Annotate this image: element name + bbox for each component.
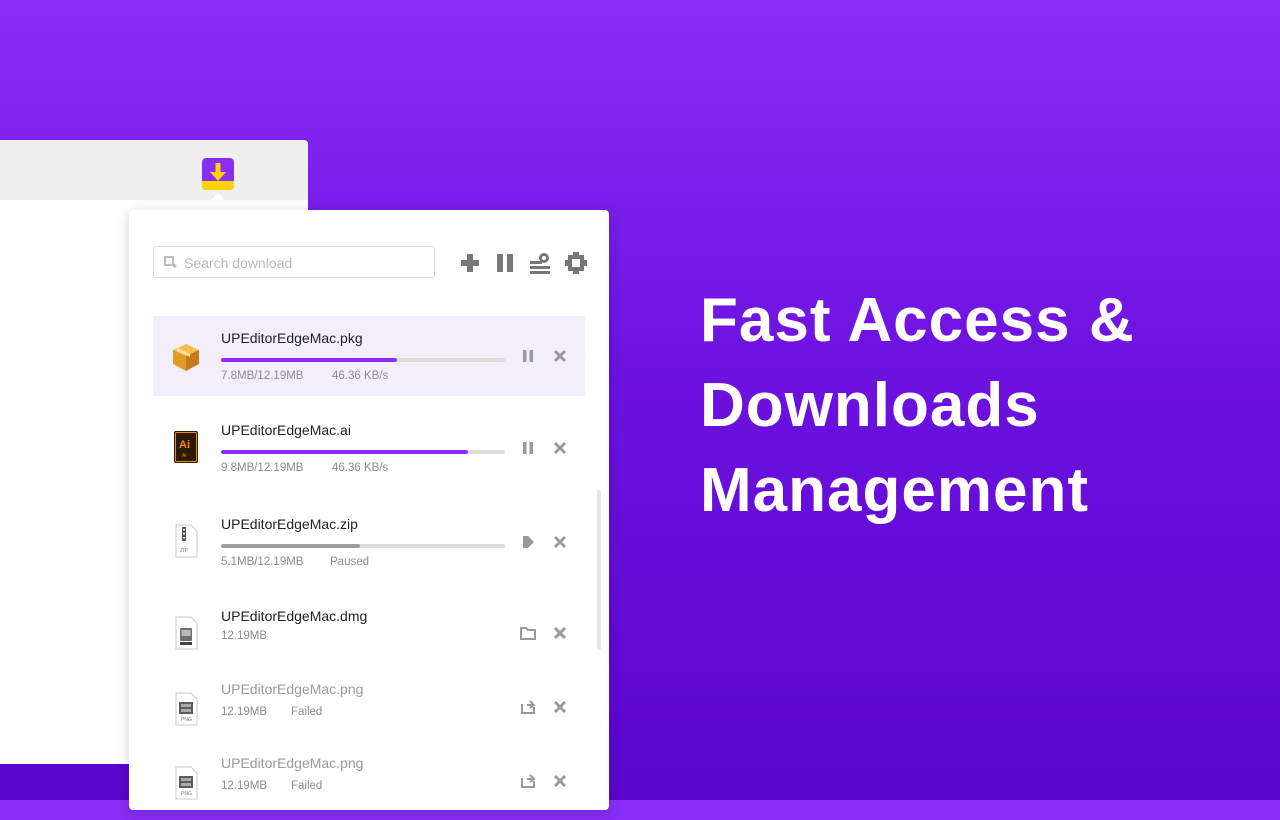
zip-file-icon: ZIP — [175, 524, 198, 558]
progress-bar — [221, 544, 505, 548]
list-item[interactable]: PNG UPEditorEdgeMac.png 12.19MB Failed — [153, 746, 585, 820]
file-size: 9.8MB/12.19MB — [221, 462, 304, 474]
file-name: UPEditorEdgeMac.ai — [221, 422, 351, 438]
illustrator-file-icon: Ai Ai — [174, 431, 198, 463]
close-icon[interactable] — [552, 773, 568, 789]
disk-image-icon — [175, 616, 198, 650]
browser-toolbar — [0, 140, 308, 200]
pause-icon[interactable] — [520, 348, 536, 364]
file-size: 12.19MB — [221, 630, 268, 642]
file-size: 12.19MB — [221, 780, 268, 792]
list-item[interactable]: UPEditorEdgeMac.dmg 12.19MB — [153, 594, 585, 666]
file-name: UPEditorEdgeMac.dmg — [221, 608, 368, 624]
resume-icon[interactable] — [520, 534, 536, 550]
progress-bar — [221, 358, 505, 362]
progress-bar — [221, 450, 505, 454]
gear-icon[interactable] — [565, 252, 587, 274]
file-name: UPEditorEdgeMac.png — [221, 755, 364, 771]
folder-icon[interactable] — [520, 625, 536, 641]
close-icon[interactable] — [552, 699, 568, 715]
scrollbar[interactable] — [597, 490, 601, 650]
list-item[interactable]: Ai Ai UPEditorEdgeMac.ai 9.8MB/12.19MB 4… — [153, 408, 585, 488]
status-text: Paused — [330, 556, 370, 568]
svg-text:Ai: Ai — [182, 453, 186, 459]
progress-fill — [221, 450, 469, 454]
close-icon[interactable] — [552, 625, 568, 641]
retry-icon[interactable] — [520, 699, 536, 715]
png-file-icon: PNG — [175, 692, 198, 726]
package-icon — [173, 344, 199, 371]
headline-line: Management — [700, 456, 1089, 525]
progress-fill — [221, 544, 361, 548]
progress-fill — [221, 358, 398, 362]
file-name: UPEditorEdgeMac.png — [221, 681, 364, 697]
headline: Fast Access & Downloads Management — [700, 278, 1260, 533]
downloads-popup: UPEditorEdgeMac.pkg 7.8MB/12.19MB 46.36 … — [129, 210, 609, 810]
file-size: 12.19MB — [221, 706, 268, 718]
pause-icon[interactable] — [494, 252, 516, 274]
headline-line: Fast Access & — [700, 286, 1135, 355]
list-item[interactable]: PNG UPEditorEdgeMac.png 12.19MB Failed — [153, 672, 585, 746]
search-box — [153, 246, 435, 279]
file-size: 5.1MB/12.19MB — [221, 556, 304, 568]
clear-list-icon[interactable] — [529, 252, 551, 274]
extension-download-icon[interactable] — [202, 158, 234, 190]
headline-line: Downloads — [700, 371, 1040, 440]
plus-icon[interactable] — [459, 252, 481, 274]
svg-text:ZIP: ZIP — [180, 548, 188, 554]
close-icon[interactable] — [552, 534, 568, 550]
pause-icon[interactable] — [520, 440, 536, 456]
file-name: UPEditorEdgeMac.pkg — [221, 330, 363, 346]
list-item[interactable]: ZIP UPEditorEdgeMac.zip 5.1MB/12.19MB Pa… — [153, 502, 585, 582]
download-speed: 46.36 KB/s — [332, 462, 389, 474]
svg-text:PNG: PNG — [181, 791, 192, 797]
close-icon[interactable] — [552, 348, 568, 364]
search-icon — [164, 256, 177, 269]
list-item[interactable]: UPEditorEdgeMac.pkg 7.8MB/12.19MB 46.36 … — [153, 316, 585, 396]
svg-text:PNG: PNG — [181, 717, 192, 723]
download-speed: 46.36 KB/s — [332, 370, 389, 382]
svg-text:Ai: Ai — [179, 439, 190, 451]
close-icon[interactable] — [552, 440, 568, 456]
search-input[interactable] — [182, 247, 426, 279]
popup-pointer — [210, 193, 226, 201]
file-size: 7.8MB/12.19MB — [221, 370, 304, 382]
status-text: Failed — [291, 780, 323, 792]
retry-icon[interactable] — [520, 773, 536, 789]
status-text: Failed — [291, 706, 323, 718]
png-file-icon: PNG — [175, 766, 198, 800]
file-name: UPEditorEdgeMac.zip — [221, 516, 358, 532]
